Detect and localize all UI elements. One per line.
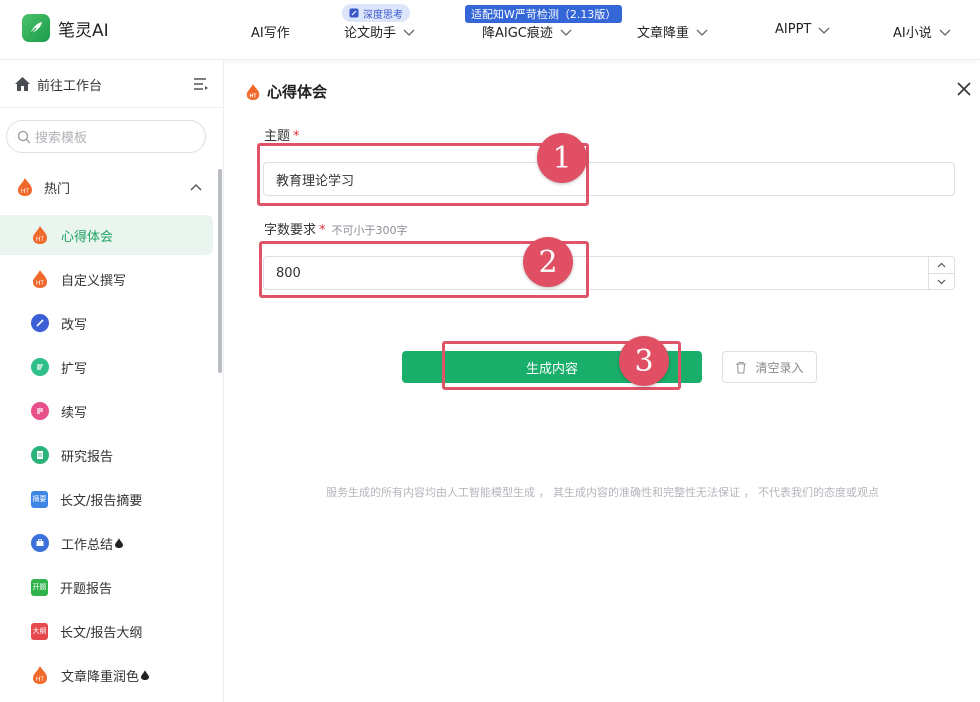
brand-logo[interactable]: 笔灵AI (22, 14, 109, 42)
nav-aippt[interactable]: AIPPT (775, 22, 831, 37)
annotation-marker-1: 1 (537, 133, 587, 183)
word-count-label: 字数要求 * 不可小于300字 (264, 223, 408, 238)
template-sidebar: 前往工作台 搜索模板 HT 热门 HT 心得体会 HT 自定义撰写 改写 扩写 … (0, 61, 224, 702)
chevron-down-icon (939, 29, 951, 36)
deep-think-badge: 深度思考 (342, 4, 410, 22)
ai-disclaimer: 服务生成的所有内容均由人工智能模型生成 ， 其生成内容的准确性和完整性无法保证 … (326, 486, 879, 499)
drop-icon (115, 538, 124, 548)
svg-text:HT: HT (36, 677, 44, 683)
sidebar-item-custom-writing[interactable]: HT 自定义撰写 (0, 259, 213, 299)
outline-tag-icon: 大纲 (31, 622, 48, 640)
brand-name: 笔灵AI (58, 20, 109, 41)
svg-text:HT: HT (36, 281, 44, 287)
sidebar-item-opening-report[interactable]: 开题 开题报告 (0, 567, 213, 607)
topic-label: 主题 * (264, 129, 300, 144)
chevron-down-icon (937, 279, 946, 284)
clear-input-button[interactable]: 清空录入 (722, 351, 817, 383)
sidebar-item-polish[interactable]: HT 文章降重润色 (0, 655, 213, 695)
required-mark: * (319, 223, 326, 238)
required-mark: * (293, 129, 300, 144)
fire-ht-icon: HT (18, 178, 32, 196)
summary-tag-icon: 摘要 (31, 490, 48, 508)
increment-button[interactable] (929, 257, 954, 273)
decrement-button[interactable] (929, 273, 954, 289)
collapse-menu-icon[interactable] (193, 77, 209, 91)
page-title: HT 心得体会 (245, 81, 327, 102)
close-icon[interactable] (956, 81, 972, 97)
chevron-down-icon (560, 29, 572, 36)
annotation-marker-3: 3 (619, 336, 669, 386)
nav-article-dedup[interactable]: 文章降重 (637, 22, 709, 41)
nav-reduce-aigc[interactable]: 降AIGC痕迹 (482, 22, 573, 41)
fire-ht-icon: HT (33, 226, 47, 244)
workspace-link[interactable]: 前往工作台 (0, 61, 223, 108)
svg-text:HT: HT (249, 93, 257, 99)
sidebar-item-outline[interactable]: 大纲 长文/报告大纲 (0, 611, 213, 651)
sidebar-item-continue[interactable]: 续写 (0, 391, 213, 431)
stepper-controls (928, 257, 954, 289)
hot-group-header[interactable]: HT 热门 (0, 169, 214, 205)
sidebar-item-summary[interactable]: 摘要 长文/报告摘要 (0, 479, 213, 519)
search-icon (17, 130, 31, 143)
chevron-up-icon (937, 262, 946, 268)
top-navbar: 笔灵AI 深度思考 适配知W严苛检测（2.13版） AI写作 论文助手 降AIG… (0, 0, 980, 60)
svg-text:HT: HT (36, 237, 44, 243)
fire-ht-icon: HT (246, 83, 260, 100)
edit-icon (349, 8, 359, 18)
feather-logo-icon (22, 14, 50, 42)
chevron-up-icon (190, 184, 202, 191)
chevron-down-icon (403, 29, 415, 36)
chevron-down-icon (696, 29, 708, 36)
opening-tag-icon: 开题 (31, 578, 48, 596)
expand-circle-icon (31, 358, 49, 376)
nav-ai-writing[interactable]: AI写作 (251, 22, 290, 41)
continue-circle-icon (31, 402, 49, 420)
pen-circle-icon (31, 314, 49, 332)
home-icon (15, 77, 30, 91)
annotation-marker-2: 2 (523, 237, 573, 287)
nav-ai-novel[interactable]: AI小说 (893, 22, 952, 41)
chevron-down-icon (818, 27, 830, 34)
sidebar-item-insights[interactable]: HT 心得体会 (0, 215, 213, 255)
sidebar-scrollbar[interactable] (218, 169, 222, 373)
trash-icon (736, 361, 747, 374)
nav-paper-assistant[interactable]: 论文助手 (344, 22, 416, 41)
briefcase-circle-icon (31, 534, 49, 552)
sidebar-item-work-summary[interactable]: 工作总结 (0, 523, 213, 563)
fire-ht-icon: HT (33, 270, 47, 288)
sidebar-item-expand[interactable]: 扩写 (0, 347, 213, 387)
document-circle-icon (31, 446, 49, 464)
template-search-input[interactable]: 搜索模板 (6, 120, 206, 153)
drop-icon (141, 670, 150, 680)
svg-text:HT: HT (21, 189, 29, 195)
sidebar-item-research-report[interactable]: 研究报告 (0, 435, 213, 475)
fire-ht-icon: HT (33, 666, 47, 684)
aigc-detection-badge: 适配知W严苛检测（2.13版） (465, 5, 623, 23)
sidebar-item-rewrite[interactable]: 改写 (0, 303, 213, 343)
